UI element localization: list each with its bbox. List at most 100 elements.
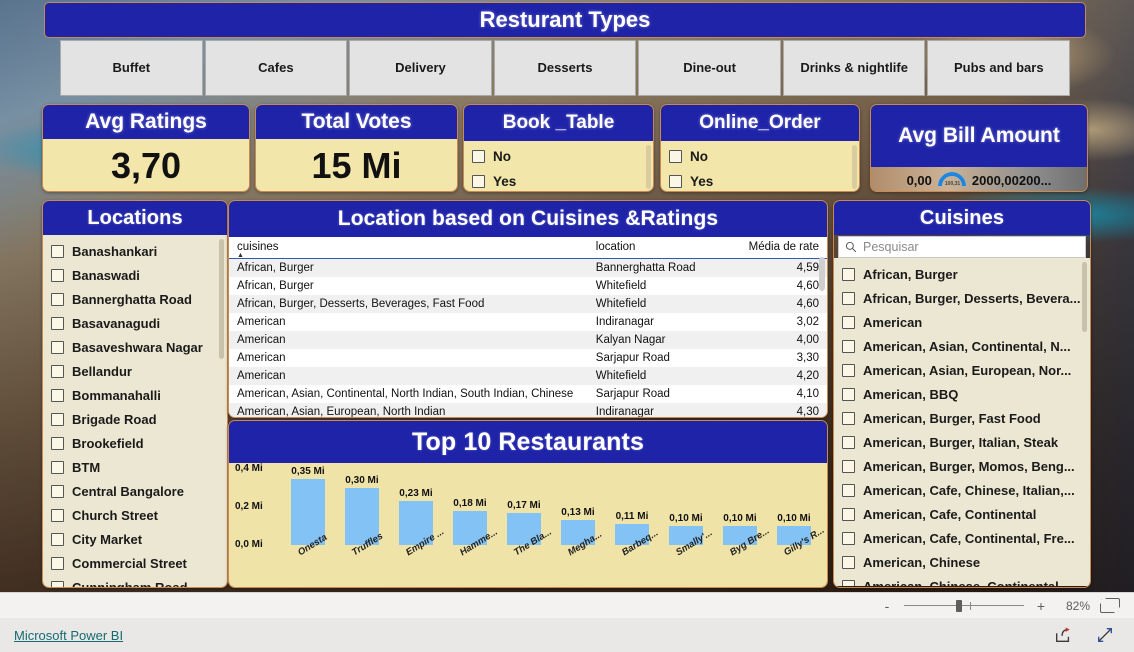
slicer-item-location[interactable]: Central Bangalore bbox=[51, 479, 221, 503]
cuisines-search-box[interactable]: Pesquisar bbox=[838, 236, 1086, 258]
microsoft-power-bi-link[interactable]: Microsoft Power BI bbox=[14, 628, 123, 643]
slicer-item-location[interactable]: Banashankari bbox=[51, 239, 221, 263]
slicer-item-location[interactable]: Bannerghatta Road bbox=[51, 287, 221, 311]
checkbox-icon[interactable] bbox=[842, 507, 855, 521]
checkbox-icon[interactable] bbox=[51, 532, 64, 546]
type-button-cafes[interactable]: Cafes bbox=[204, 40, 348, 96]
type-button-desserts[interactable]: Desserts bbox=[493, 40, 637, 96]
slicer-item-cuisine[interactable]: American, BBQ bbox=[842, 382, 1084, 406]
zoom-out-button[interactable]: - bbox=[880, 598, 894, 614]
slicer-item-cuisine[interactable]: American, Burger, Momos, Beng... bbox=[842, 454, 1084, 478]
checkbox-icon[interactable] bbox=[51, 556, 64, 570]
slicer-item-location[interactable]: Basaveshwara Nagar bbox=[51, 335, 221, 359]
type-button-drinks-nightlife[interactable]: Drinks & nightlife bbox=[782, 40, 926, 96]
slicer-item-cuisine[interactable]: American, Cafe, Chinese, Italian,... bbox=[842, 478, 1084, 502]
slicer-item-location[interactable]: Brookefield bbox=[51, 431, 221, 455]
checkbox-icon[interactable] bbox=[51, 244, 64, 258]
table-row[interactable]: American Whitefield 4,20 bbox=[229, 367, 827, 385]
checkbox-icon[interactable] bbox=[842, 291, 855, 305]
column-header-media-de-rate[interactable]: Média de rate bbox=[731, 237, 827, 259]
slicer-item-cuisine[interactable]: American, Asian, Continental, N... bbox=[842, 334, 1084, 358]
slicer-item-location[interactable]: Banaswadi bbox=[51, 263, 221, 287]
checkbox-icon[interactable] bbox=[842, 483, 855, 497]
slicer-item-location[interactable]: Church Street bbox=[51, 503, 221, 527]
type-button-pubs-and-bars[interactable]: Pubs and bars bbox=[927, 40, 1071, 96]
checkbox-icon[interactable] bbox=[842, 315, 855, 329]
table-row[interactable]: American Indiranagar 3,02 bbox=[229, 313, 827, 331]
checkbox-icon[interactable] bbox=[842, 387, 855, 401]
table-row[interactable]: African, Burger, Desserts, Beverages, Fa… bbox=[229, 295, 827, 313]
slicer-option-book-table-no[interactable]: No bbox=[472, 144, 645, 169]
scrollbar-thumb[interactable] bbox=[852, 145, 857, 189]
scrollbar-thumb[interactable] bbox=[646, 145, 651, 189]
checkbox-icon[interactable] bbox=[51, 580, 64, 587]
checkbox-icon[interactable] bbox=[842, 579, 855, 586]
slicer-item-cuisine[interactable]: American, Asian, European, Nor... bbox=[842, 358, 1084, 382]
slicer-option-online-order-no[interactable]: No bbox=[669, 144, 851, 169]
slicer-item-location[interactable]: Cunningham Road bbox=[51, 575, 221, 587]
table-row[interactable]: American Sarjapur Road 3,30 bbox=[229, 349, 827, 367]
checkbox-icon[interactable] bbox=[669, 150, 682, 163]
checkbox-icon[interactable] bbox=[669, 175, 682, 188]
share-icon[interactable] bbox=[1054, 626, 1072, 644]
scrollbar-thumb[interactable] bbox=[819, 257, 825, 291]
slicer-item-location[interactable]: BTM bbox=[51, 455, 221, 479]
slicer-item-location[interactable]: Basavanagudi bbox=[51, 311, 221, 335]
checkbox-icon[interactable] bbox=[51, 412, 64, 426]
table-row[interactable]: American, Asian, Continental, North Indi… bbox=[229, 385, 827, 403]
slicer-item-cuisine[interactable]: American, Chinese, Continental, ... bbox=[842, 574, 1084, 586]
slicer-item-cuisine[interactable]: American, Cafe, Continental, Fre... bbox=[842, 526, 1084, 550]
column-header-cuisines[interactable]: cuisines ▲ bbox=[229, 237, 588, 259]
checkbox-icon[interactable] bbox=[51, 268, 64, 282]
checkbox-icon[interactable] bbox=[51, 388, 64, 402]
table-scroll-area[interactable]: cuisines ▲ location Média de rate Africa… bbox=[229, 237, 827, 417]
checkbox-icon[interactable] bbox=[51, 316, 64, 330]
scrollbar-thumb[interactable] bbox=[219, 239, 224, 359]
table-row[interactable]: American Kalyan Nagar 4,00 bbox=[229, 331, 827, 349]
checkbox-icon[interactable] bbox=[842, 459, 855, 473]
checkbox-icon[interactable] bbox=[472, 175, 485, 188]
type-button-delivery[interactable]: Delivery bbox=[349, 40, 492, 96]
checkbox-icon[interactable] bbox=[51, 484, 64, 498]
checkbox-icon[interactable] bbox=[842, 411, 855, 425]
slicer-item-cuisine[interactable]: American bbox=[842, 310, 1084, 334]
slicer-item-cuisine[interactable]: American, Burger, Italian, Steak bbox=[842, 430, 1084, 454]
type-button-dine-out[interactable]: Dine-out bbox=[638, 40, 781, 96]
slicer-option-online-order-yes[interactable]: Yes bbox=[669, 169, 851, 191]
zoom-slider[interactable] bbox=[904, 599, 1024, 612]
column-header-location[interactable]: location bbox=[587, 237, 732, 259]
slicer-item-location[interactable]: Brigade Road bbox=[51, 407, 221, 431]
checkbox-icon[interactable] bbox=[51, 364, 64, 378]
checkbox-icon[interactable] bbox=[51, 340, 64, 354]
slicer-item-location[interactable]: Commercial Street bbox=[51, 551, 221, 575]
table-row[interactable]: African, Burger Whitefield 4,60 bbox=[229, 277, 827, 295]
scrollbar-thumb[interactable] bbox=[1082, 262, 1087, 332]
checkbox-icon[interactable] bbox=[842, 363, 855, 377]
checkbox-icon[interactable] bbox=[842, 555, 855, 569]
slicer-option-book-table-yes[interactable]: Yes bbox=[472, 169, 645, 191]
fit-to-page-icon[interactable] bbox=[1100, 598, 1120, 613]
fullscreen-icon[interactable] bbox=[1096, 626, 1114, 644]
slicer-locations-list[interactable]: Banashankari Banaswadi Bannerghatta Road… bbox=[43, 235, 227, 587]
type-button-buffet[interactable]: Buffet bbox=[60, 40, 203, 96]
avg-bill-range-slider[interactable]: 0,00 100,31 2000,00200... bbox=[871, 166, 1087, 191]
table-row[interactable]: American, Asian, European, North Indian I… bbox=[229, 403, 827, 417]
slicer-item-location[interactable]: Bommanahalli bbox=[51, 383, 221, 407]
slicer-cuisines-list[interactable]: African, Burger African, Burger, Dessert… bbox=[834, 258, 1090, 586]
checkbox-icon[interactable] bbox=[51, 292, 64, 306]
checkbox-icon[interactable] bbox=[51, 436, 64, 450]
checkbox-icon[interactable] bbox=[51, 508, 64, 522]
slicer-item-cuisine[interactable]: African, Burger bbox=[842, 262, 1084, 286]
zoom-slider-thumb[interactable] bbox=[956, 599, 962, 612]
checkbox-icon[interactable] bbox=[842, 267, 855, 281]
table-row[interactable]: African, Burger Bannerghatta Road 4,59 bbox=[229, 258, 827, 277]
slicer-item-cuisine[interactable]: African, Burger, Desserts, Bevera... bbox=[842, 286, 1084, 310]
slicer-item-cuisine[interactable]: American, Cafe, Continental bbox=[842, 502, 1084, 526]
slicer-item-cuisine[interactable]: American, Chinese bbox=[842, 550, 1084, 574]
zoom-in-button[interactable]: + bbox=[1034, 598, 1048, 614]
slicer-item-location[interactable]: Bellandur bbox=[51, 359, 221, 383]
slicer-item-cuisine[interactable]: American, Burger, Fast Food bbox=[842, 406, 1084, 430]
checkbox-icon[interactable] bbox=[842, 531, 855, 545]
checkbox-icon[interactable] bbox=[842, 339, 855, 353]
checkbox-icon[interactable] bbox=[51, 460, 64, 474]
